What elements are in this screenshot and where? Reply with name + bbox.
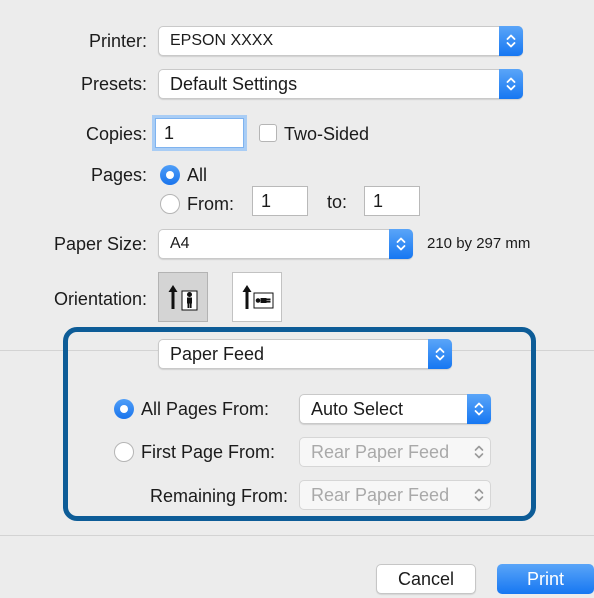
paper-size-label: Paper Size: <box>53 234 147 254</box>
paper-size-dimensions: 210 by 297 mm <box>427 235 531 252</box>
pages-all-radio[interactable] <box>160 165 180 185</box>
pages-all-label: All <box>187 165 208 185</box>
print-button[interactable]: Print <box>497 564 594 594</box>
copies-value: 1 <box>164 122 175 143</box>
pages-label: Pages: <box>90 165 147 185</box>
pages-from-field[interactable]: 1 <box>252 186 308 216</box>
chevron-updown-icon <box>499 69 523 99</box>
footer-divider <box>0 535 594 536</box>
pages-from-label: From: <box>187 194 234 214</box>
pages-to-value: 1 <box>373 190 384 211</box>
two-sided-checkbox[interactable] <box>259 124 277 142</box>
chevron-updown-icon <box>499 26 523 56</box>
pages-from-radio[interactable] <box>160 194 180 214</box>
printer-label: Printer: <box>88 31 147 51</box>
printer-select[interactable]: EPSON XXXX <box>158 26 523 56</box>
copies-label: Copies: <box>85 124 147 144</box>
presets-value: Default Settings <box>170 73 298 94</box>
pages-to-label: to: <box>327 192 348 212</box>
chevron-updown-icon <box>389 229 413 259</box>
landscape-orientation-button[interactable] <box>232 272 282 322</box>
portrait-orientation-button[interactable] <box>158 272 208 322</box>
presets-select[interactable]: Default Settings <box>158 69 523 99</box>
cancel-button[interactable]: Cancel <box>376 564 476 594</box>
landscape-orientation-icon <box>242 285 274 309</box>
pages-to-field[interactable]: 1 <box>364 186 420 216</box>
paper-feed-highlight <box>63 327 536 521</box>
two-sided-label: Two-Sided <box>284 124 370 144</box>
copies-field[interactable]: 1 <box>155 118 244 148</box>
paper-size-select[interactable]: A4 <box>158 229 413 259</box>
pages-from-value: 1 <box>261 190 272 211</box>
presets-label: Presets: <box>80 74 147 94</box>
orientation-label: Orientation: <box>53 289 147 309</box>
portrait-orientation-icon <box>168 285 198 311</box>
printer-value: EPSON XXXX <box>170 32 274 49</box>
paper-size-value: A4 <box>170 235 190 252</box>
